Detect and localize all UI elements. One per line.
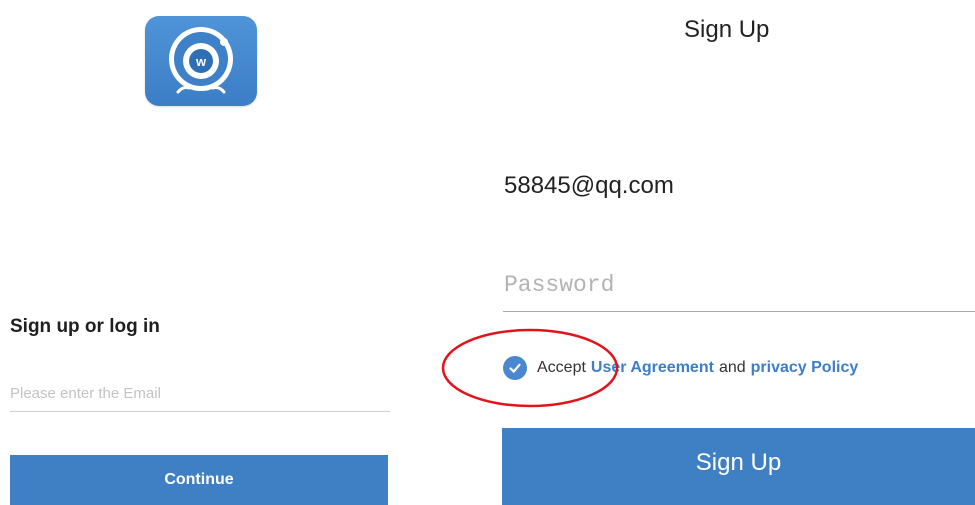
continue-button[interactable]: Continue: [10, 455, 388, 505]
user-agreement-link[interactable]: User Agreement: [591, 359, 714, 377]
signup-button[interactable]: Sign Up: [502, 428, 975, 505]
email-input[interactable]: [10, 375, 390, 412]
app-logo: w: [145, 16, 257, 106]
check-circle-icon[interactable]: [503, 356, 527, 380]
page-title: Sign Up: [684, 16, 770, 43]
accept-label: Accept: [537, 359, 586, 376]
password-field[interactable]: [503, 259, 975, 312]
and-label: and: [718, 359, 746, 376]
agreement-row: Accept User Agreement and privacy Policy: [503, 356, 858, 380]
login-screen: w Sign up or log in Continue: [0, 0, 400, 505]
camera-eye-icon: w: [169, 27, 233, 94]
email-display[interactable]: 58845@qq.com: [504, 172, 674, 200]
privacy-policy-link[interactable]: privacy Policy: [751, 359, 859, 377]
svg-text:w: w: [195, 54, 207, 69]
signup-screen: Sign Up 58845@qq.com Accept User Agreeme…: [500, 0, 975, 505]
login-heading: Sign up or log in: [10, 316, 160, 337]
